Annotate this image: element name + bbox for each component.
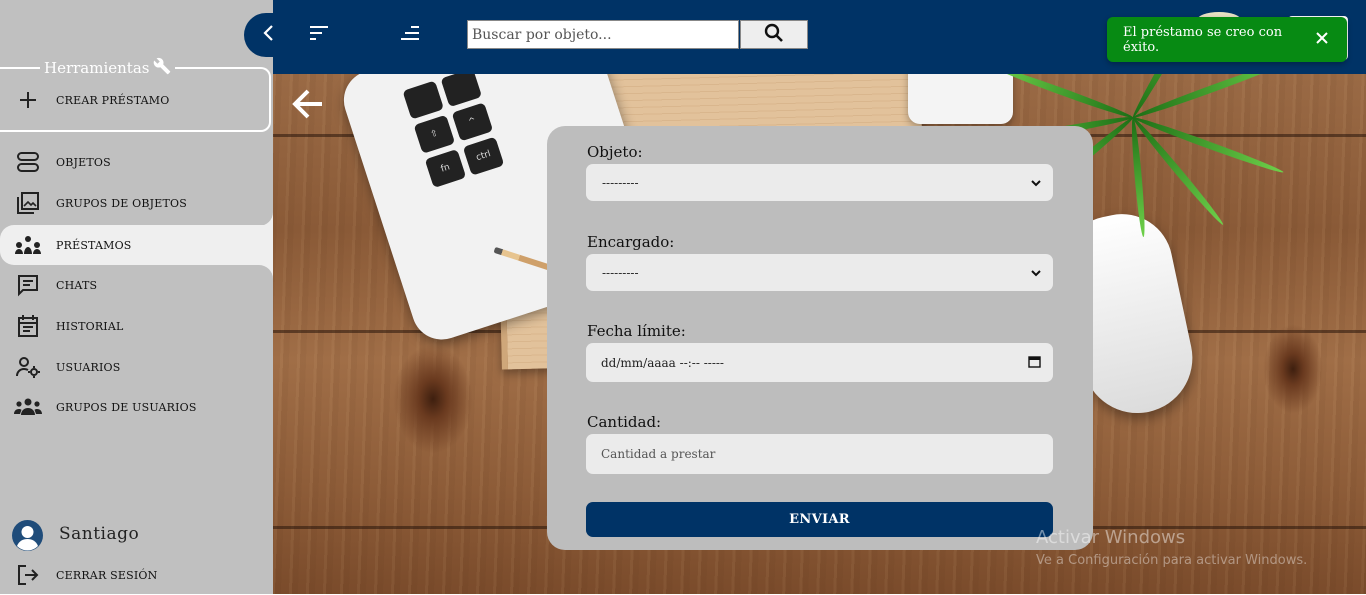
tools-legend-label: Herramientas <box>44 59 150 77</box>
object-select[interactable]: --------- <box>586 164 1053 201</box>
logout-button[interactable]: CERRAR SESIÓN <box>0 555 273 595</box>
object-select-value: --------- <box>602 175 639 190</box>
manager-select[interactable]: --------- <box>586 254 1053 291</box>
toast-message: El préstamo se creo con éxito. <box>1123 24 1283 55</box>
collapse-sidebar-button[interactable] <box>244 13 288 57</box>
objects-icon <box>0 151 56 173</box>
back-button[interactable] <box>290 86 326 122</box>
chevron-down-icon <box>1031 176 1041 190</box>
sort-right-icon <box>399 25 421 45</box>
search-button[interactable] <box>740 20 808 49</box>
sort-left-icon <box>308 25 330 45</box>
create-loan-label: CREAR PRÉSTAMO <box>56 93 170 107</box>
close-icon <box>1315 30 1329 49</box>
sidebar: Herramientas CREAR PRÉSTAMO OBJETOS GRUP… <box>0 0 273 594</box>
deadline-input-value: dd/mm/aaaa --:-- ----- <box>601 355 724 370</box>
search-icon <box>764 23 784 47</box>
sort-left-button[interactable] <box>307 24 331 46</box>
sidebar-item-label: OBJETOS <box>56 155 111 169</box>
sidebar-item-label: USUARIOS <box>56 360 121 374</box>
quantity-label: Cantidad: <box>587 413 662 431</box>
history-icon <box>0 314 56 338</box>
submit-button[interactable]: ENVIAR <box>586 502 1053 537</box>
sidebar-item-chats[interactable]: CHATS <box>0 265 273 305</box>
manager-select-value: --------- <box>602 265 639 280</box>
sidebar-item-label: GRUPOS DE OBJETOS <box>56 196 187 210</box>
wrench-icon <box>153 57 171 79</box>
logout-icon <box>0 564 56 586</box>
sidebar-item-usuarios[interactable]: USUARIOS <box>0 347 273 387</box>
calendar-icon[interactable] <box>1028 355 1041 371</box>
windows-activation-subtitle: Ve a Configuración para activar Windows. <box>1036 553 1308 568</box>
tools-legend: Herramientas <box>40 57 176 79</box>
loans-icon <box>0 235 56 255</box>
create-loan-button[interactable]: CREAR PRÉSTAMO <box>0 80 273 120</box>
sidebar-item-label: PRÉSTAMOS <box>56 238 132 252</box>
sidebar-item-label: GRUPOS DE USUARIOS <box>56 400 197 414</box>
sidebar-item-grupos-de-usuarios[interactable]: GRUPOS DE USUARIOS <box>0 387 273 427</box>
object-groups-icon <box>0 191 56 215</box>
sidebar-item-historial[interactable]: HISTORIAL <box>0 306 273 346</box>
user-name: Santiago <box>59 524 140 544</box>
object-label: Objeto: <box>587 143 643 161</box>
success-toast: El préstamo se creo con éxito. <box>1107 17 1347 62</box>
sidebar-item-prestamos[interactable]: PRÉSTAMOS <box>0 225 273 265</box>
sidebar-item-label: CHATS <box>56 278 98 292</box>
loan-form-card: Objeto: --------- Encargado: --------- F… <box>547 126 1093 550</box>
sidebar-item-objetos[interactable]: OBJETOS <box>0 142 273 182</box>
deadline-label: Fecha límite: <box>587 322 686 340</box>
arrow-left-icon <box>290 89 326 126</box>
avatar[interactable] <box>12 520 43 551</box>
chat-icon <box>0 273 56 297</box>
search-input[interactable] <box>467 20 739 49</box>
user-groups-icon <box>0 398 56 416</box>
deadline-input[interactable]: dd/mm/aaaa --:-- ----- <box>586 343 1053 382</box>
user-settings-icon <box>0 356 56 378</box>
manager-label: Encargado: <box>587 233 675 251</box>
trackpad-image <box>908 74 1013 124</box>
windows-activation-title: Activar Windows <box>1036 527 1186 548</box>
plus-icon <box>0 90 56 110</box>
chevron-down-icon <box>1031 266 1041 280</box>
sort-right-button[interactable] <box>398 24 422 46</box>
close-toast-button[interactable] <box>1309 27 1335 53</box>
logout-label: CERRAR SESIÓN <box>56 568 158 582</box>
chevron-left-icon <box>262 24 276 46</box>
sidebar-item-grupos-de-objetos[interactable]: GRUPOS DE OBJETOS <box>0 183 273 223</box>
sidebar-item-label: HISTORIAL <box>56 319 124 333</box>
quantity-input[interactable] <box>586 434 1053 474</box>
